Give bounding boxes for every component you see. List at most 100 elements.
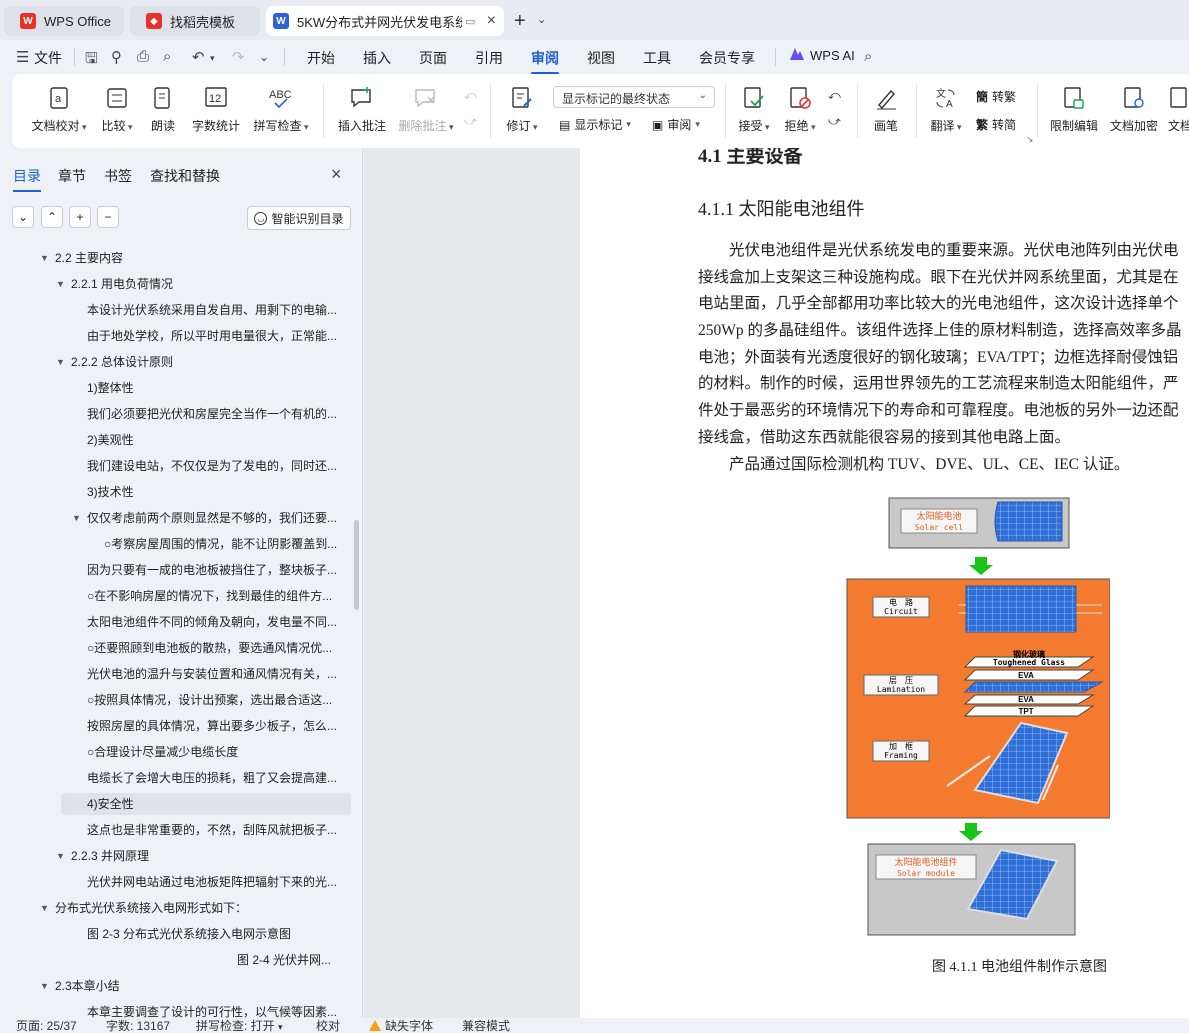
menu-start[interactable]: 开始 [307,48,335,68]
tab-document[interactable]: W 5KW分布式并网光伏发电系统 ▭ × [266,6,504,36]
toc-item[interactable]: ▼ 分布式光伏系统接入电网形式如下： [40,897,340,919]
toc-item[interactable]: ○在不影响房屋的情况下，找到最佳的组件方... [87,585,345,607]
toc-item[interactable]: 图 2-3 分布式光伏系统接入电网示意图 [87,923,345,945]
toc-item[interactable]: 这点也是非常重要的，不然，刮阵风就把板子... [87,819,345,841]
toc-item[interactable]: ○按照具体情况，设计出预案，选出最合适这... [87,689,345,711]
collapse-icon[interactable]: ⌄ [12,206,34,228]
to-traditional-button[interactable]: 簡 转繁 [976,88,1016,105]
prev-change-icon[interactable]: ⤺ [828,88,841,103]
pen-button[interactable]: 画笔 [870,84,902,134]
remove-heading-icon[interactable]: − [97,206,119,228]
more-chevron-icon[interactable]: ⌄ [259,50,269,64]
toc-item[interactable]: 因为只要有一成的电池板被挡住了，整块板子... [87,559,345,581]
menu-tools[interactable]: 工具 [643,48,671,68]
proofread-button[interactable]: a 文档校对 ▾ [30,84,88,134]
chevron-down-icon[interactable]: ▾ [210,53,215,64]
document-page[interactable]: 4.1 主要设备 4.1.1 太阳能电池组件 光伏电池组件是光伏系统发电的重要来… [580,148,1189,1018]
redo-icon[interactable]: ↷ [232,48,245,66]
menu-review[interactable]: 审阅 [531,48,559,75]
undo-icon[interactable]: ↶ [192,48,205,66]
doc-more-button[interactable]: 文档 [1168,84,1189,134]
toc-item[interactable]: 我们必须要把光伏和房屋完全当作一个有机的... [87,403,345,425]
close-icon[interactable]: × [487,12,496,30]
menu-file[interactable]: 文件 [34,48,62,68]
toc-item[interactable]: ▼ 仅仅考虑前两个原则显然是不够的，我们还要... [72,507,345,529]
show-markup-button[interactable]: ▤ 显示标记 ▾ [559,116,631,133]
toc-item[interactable]: ○考察房屋周围的情况，能不让阴影覆盖到... [104,533,346,555]
next-change-icon[interactable]: ⤻ [828,114,841,129]
compare-button[interactable]: 比较 ▾ [98,84,136,134]
menu-reference[interactable]: 引用 [475,48,503,68]
status-missing-font[interactable]: 缺失字体 [369,1018,433,1033]
toc-item[interactable]: ▼ 2.2.3 并网原理 [56,845,346,867]
prev-comment-icon[interactable]: ⤺ [464,88,477,103]
add-heading-icon[interactable]: + [69,206,91,228]
toc-item-selected[interactable]: 4)安全性 [61,793,351,815]
toc-item[interactable]: 图 2-4 光伏并网... [237,949,345,971]
toc-item[interactable]: 1)整体性 [87,377,345,399]
wps-ai-icon[interactable] [789,47,805,65]
search-icon[interactable]: ⌕ [864,48,872,65]
toc-item[interactable]: 我们建设电站，不仅仅是为了发电的，同时还... [87,455,345,477]
toc-item[interactable]: 由于地处学校，所以平时用电量很大，正常能... [87,325,345,347]
read-aloud-button[interactable]: 朗读 [148,84,178,134]
tab-toc[interactable]: 目录 [13,166,41,192]
tab-bookmarks[interactable]: 书签 [104,166,132,186]
toc-item[interactable]: 本设计光伏系统采用自发自用、用剩下的电输... [87,299,345,321]
spell-check-button[interactable]: ABC 拼写检查 ▾ [252,84,310,134]
insert-comment-button[interactable]: 插入批注 [336,84,388,134]
status-words[interactable]: 字数: 13167 [106,1018,170,1033]
toc-item[interactable]: ▼ 2.2 主要内容 [40,247,340,269]
toc-item[interactable]: ▼ 2.3本章小结 [40,975,340,997]
toc-item[interactable]: 3)技术性 [87,481,345,503]
encrypt-button[interactable]: 文档加密 [1108,84,1160,134]
delete-comment-button[interactable]: 删除批注 ▾ [396,84,456,134]
chevron-down-icon[interactable]: ⌄ [537,13,546,26]
toc-item[interactable]: 本章主要调查了设计的可行性，以气候等因素... [87,1001,345,1018]
menu-member[interactable]: 会员专享 [699,48,755,68]
restrict-edit-button[interactable]: 限制编辑 [1046,84,1102,134]
revise-button[interactable]: 修订 ▾ [502,84,542,134]
next-comment-icon[interactable]: ⤻ [464,114,477,129]
status-spell[interactable]: 拼写检查: 打开 ▾ [196,1018,283,1033]
to-simplified-button[interactable]: 繁 转简 [976,116,1016,133]
smart-toc-button[interactable]: ◡ 智能识别目录 [247,206,351,230]
toc-item[interactable]: 光伏电池的温升与安装位置和通风情况有关，... [87,663,345,685]
scrollbar-thumb[interactable] [354,520,359,610]
status-proof[interactable]: 校对 [316,1018,340,1033]
toc-item[interactable]: ▼ 2.2.1 用电负荷情况 [56,273,346,295]
menu-page[interactable]: 页面 [419,48,447,68]
tab-find-replace[interactable]: 查找和替换 [150,166,220,186]
print-preview-icon[interactable]: ⌕ [163,48,171,65]
word-count-button[interactable]: 12 字数统计 [190,84,242,134]
share-icon[interactable]: ⚲ [111,48,122,66]
status-page[interactable]: 页面: 25/37 [16,1018,77,1033]
toc-item[interactable]: 电缆长了会增大电压的损耗，粗了又会提高建... [87,767,345,789]
accept-button[interactable]: 接受 ▾ [734,84,774,134]
tab-sections[interactable]: 章节 [58,166,86,186]
doc-icon [1168,84,1189,112]
toc-item[interactable]: 太阳电池组件不同的倾角及朝向，发电量不同... [87,611,345,633]
toc-item[interactable]: ○还要照顾到电池板的散热，要选通风情况优... [87,637,345,659]
toc-item[interactable]: 光伏并网电站通过电池板矩阵把辐射下来的光... [87,871,345,893]
toc-item[interactable]: 按照房屋的具体情况，算出要多少板子，怎么... [87,715,345,737]
print-icon[interactable]: ⎙ [137,48,149,65]
menu-wps-ai[interactable]: WPS AI [810,48,855,63]
menu-view[interactable]: 视图 [587,48,615,68]
save-icon[interactable]: 🖫 [85,48,98,73]
toc-item[interactable]: ○合理设计尽量减少电缆长度 [87,741,345,763]
expand-group-icon[interactable]: ↘ [1026,134,1034,145]
toc-item[interactable]: 2)美观性 [87,429,345,451]
menu-insert[interactable]: 插入 [363,48,391,68]
reject-button[interactable]: 拒绝 ▾ [780,84,820,134]
tab-template[interactable]: ◆ 找稻壳模板 [130,6,260,36]
hamburger-icon[interactable]: ☰ [16,48,29,66]
translate-button[interactable]: 文A 翻译 ▾ [926,84,966,134]
expand-up-icon[interactable]: ⌃ [41,206,63,228]
toc-item[interactable]: ▼ 2.2.2 总体设计原则 [56,351,346,373]
markup-state-select[interactable]: 显示标记的最终状态 ⌄ [553,86,715,108]
new-tab-icon[interactable]: + [514,10,526,33]
review-pane-button[interactable]: ▣ 审阅 ▾ [652,116,700,133]
tab-wps-office[interactable]: W WPS Office [4,6,124,36]
close-icon[interactable]: × [331,164,342,185]
